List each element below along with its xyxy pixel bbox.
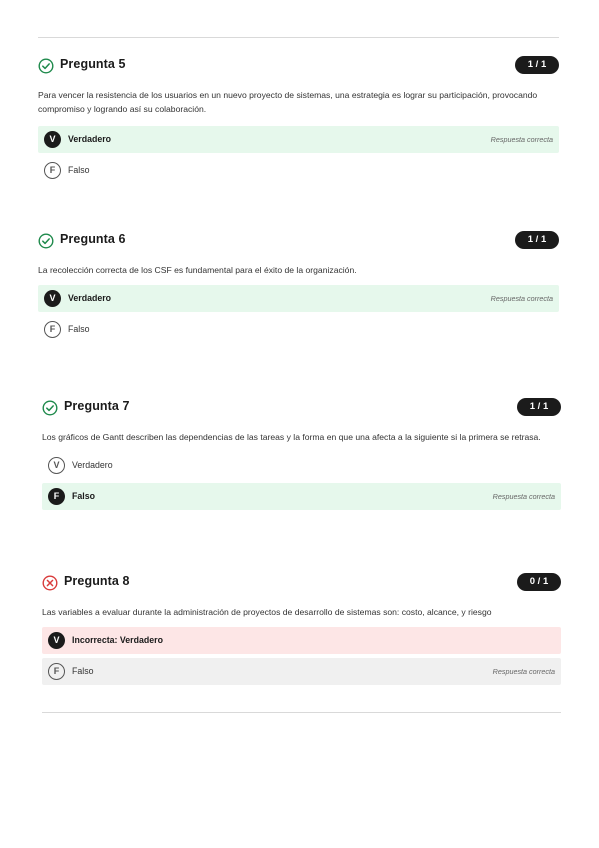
option-falso[interactable]: F Falso Respuesta correcta — [42, 483, 561, 510]
question-5: Pregunta 5 1 / 1 Para vencer la resisten… — [38, 56, 559, 184]
option-letter-badge: V — [44, 131, 61, 148]
correct-answer-note: Respuesta correcta — [492, 667, 555, 676]
question-title: Pregunta 6 — [60, 232, 126, 246]
score-badge: 1 / 1 — [517, 398, 561, 416]
score-badge: 0 / 1 — [517, 573, 561, 591]
check-circle-icon — [38, 58, 54, 74]
score-badge: 1 / 1 — [515, 231, 559, 249]
option-label: Falso — [72, 491, 95, 501]
check-circle-icon — [38, 233, 54, 249]
check-circle-icon — [42, 400, 58, 416]
option-letter-badge: F — [44, 162, 61, 179]
x-circle-icon — [42, 575, 58, 591]
option-label: Falso — [68, 324, 90, 334]
option-falso[interactable]: F Falso — [38, 316, 559, 343]
option-label: Falso — [68, 165, 90, 175]
option-label: Verdadero — [72, 460, 113, 470]
correct-answer-note: Respuesta correcta — [492, 492, 555, 501]
option-letter-badge: V — [48, 457, 65, 474]
question-text: La recolección correcta de los CSF es fu… — [38, 265, 357, 275]
correct-answer-note: Respuesta correcta — [490, 135, 553, 144]
option-falso[interactable]: F Falso Respuesta correcta — [42, 658, 561, 685]
question-header: Pregunta 6 1 / 1 — [38, 231, 559, 255]
option-label: Verdadero — [68, 134, 112, 144]
option-verdadero[interactable]: V Verdadero Respuesta correcta — [38, 285, 559, 312]
correct-answer-note: Respuesta correcta — [490, 294, 553, 303]
question-7: Pregunta 7 1 / 1 Los gráficos de Gantt d… — [42, 398, 561, 510]
question-8: Pregunta 8 0 / 1 Las variables a evaluar… — [42, 573, 561, 685]
question-text: Las variables a evaluar durante la admin… — [42, 607, 492, 617]
question-title: Pregunta 8 — [64, 574, 130, 588]
question-header: Pregunta 7 1 / 1 — [42, 398, 561, 422]
option-label: Falso — [72, 666, 94, 676]
option-verdadero[interactable]: V Incorrecta: Verdadero — [42, 627, 561, 654]
question-text: Para vencer la resistencia de los usuari… — [38, 90, 538, 114]
question-title: Pregunta 7 — [64, 399, 130, 413]
question-header: Pregunta 8 0 / 1 — [42, 573, 561, 597]
option-letter-badge: F — [48, 488, 65, 505]
option-letter-badge: F — [44, 321, 61, 338]
bottom-divider — [42, 712, 561, 713]
option-letter-badge: V — [48, 632, 65, 649]
question-6: Pregunta 6 1 / 1 La recolección correcta… — [38, 231, 559, 343]
top-divider — [38, 37, 559, 38]
question-text: Los gráficos de Gantt describen las depe… — [42, 432, 541, 442]
option-falso[interactable]: F Falso — [38, 157, 559, 184]
question-header: Pregunta 5 1 / 1 — [38, 56, 559, 80]
question-title: Pregunta 5 — [60, 57, 126, 71]
score-badge: 1 / 1 — [515, 56, 559, 74]
option-verdadero[interactable]: V Verdadero Respuesta correcta — [38, 126, 559, 153]
option-label: Incorrecta: Verdadero — [72, 635, 163, 645]
option-letter-badge: V — [44, 290, 61, 307]
option-verdadero[interactable]: V Verdadero — [42, 452, 561, 479]
option-label: Verdadero — [68, 293, 112, 303]
option-letter-badge: F — [48, 663, 65, 680]
